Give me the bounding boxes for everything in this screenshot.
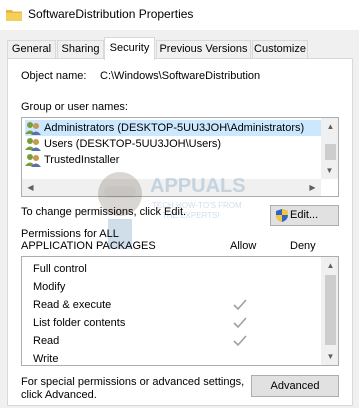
scroll-up-icon[interactable]: ▲ [322,118,339,135]
scroll-down-icon[interactable]: ▼ [322,348,338,365]
tab-sharing[interactable]: Sharing [57,40,104,59]
permissions-vertical-scrollbar[interactable]: ▲ ▼ [321,257,338,365]
group-name: Administrators (DESKTOP-5UU3JOH\Administ… [44,122,305,134]
object-name-value: C:\Windows\SoftwareDistribution [100,70,261,82]
permissions-list[interactable]: Full control Modify Read & execute List … [21,256,339,366]
group-name: TrustedInstaller [44,154,120,166]
allow-column-header: Allow [230,240,257,252]
scroll-down-icon[interactable]: ▼ [321,162,338,179]
folder-icon [6,10,22,21]
permissions-header-line2: APPLICATION PACKAGES [21,240,156,252]
users-icon [25,138,41,151]
deny-column-header: Deny [290,240,316,252]
table-row: Write [22,351,322,365]
special-permissions-text-line1: For special permissions or advanced sett… [21,376,245,388]
allow-checkmark-icon [233,317,247,329]
scroll-thumb[interactable] [325,144,336,160]
change-permissions-text: To change permissions, click Edit. [21,206,187,218]
users-icon [25,154,41,167]
scroll-left-icon[interactable]: ◀ [22,179,39,196]
tab-security[interactable]: Security [104,37,155,60]
permission-name: Read & execute [33,299,112,311]
advanced-button[interactable]: Advanced [251,375,339,397]
table-row: Read [22,333,322,351]
scroll-thumb[interactable] [325,275,336,345]
permissions-header-line1: Permissions for ALL [21,228,119,240]
users-icon [25,122,41,135]
table-row: Modify [22,279,322,297]
table-row: Full control [22,261,322,279]
permission-name: Write [33,353,59,365]
group-name: Users (DESKTOP-5UU3JOH\Users) [44,138,222,150]
permission-name: List folder contents [33,317,126,329]
edit-button-label: Edit... [290,209,319,221]
object-name-label: Object name: [21,70,87,82]
groups-list[interactable]: Administrators (DESKTOP-5UU3JOH\Administ… [21,117,339,197]
list-item[interactable]: Administrators (DESKTOP-5UU3JOH\Administ… [25,120,321,136]
special-permissions-text-line2: click Advanced. [21,389,97,401]
permission-name: Read [33,335,60,347]
shield-icon [276,209,288,222]
tab-customize[interactable]: Customize [252,40,308,59]
window-title: SoftwareDistribution Properties [28,7,194,21]
edit-button[interactable]: Edit... [270,205,339,226]
tab-previous-versions[interactable]: Previous Versions [156,40,251,59]
allow-checkmark-icon [233,335,247,347]
scroll-right-icon[interactable]: ▶ [304,179,321,196]
title-bar: SoftwareDistribution Properties [0,0,359,30]
permission-name: Full control [33,263,87,275]
scroll-up-icon[interactable]: ▲ [322,257,338,274]
table-row: List folder contents [22,315,322,333]
groups-label: Group or user names: [21,101,128,113]
tab-general[interactable]: General [7,40,56,59]
groups-horizontal-scrollbar[interactable]: ◀ ▶ [22,179,321,196]
permission-name: Modify [33,281,66,293]
allow-checkmark-icon [233,299,247,311]
table-row: Read & execute [22,297,322,315]
